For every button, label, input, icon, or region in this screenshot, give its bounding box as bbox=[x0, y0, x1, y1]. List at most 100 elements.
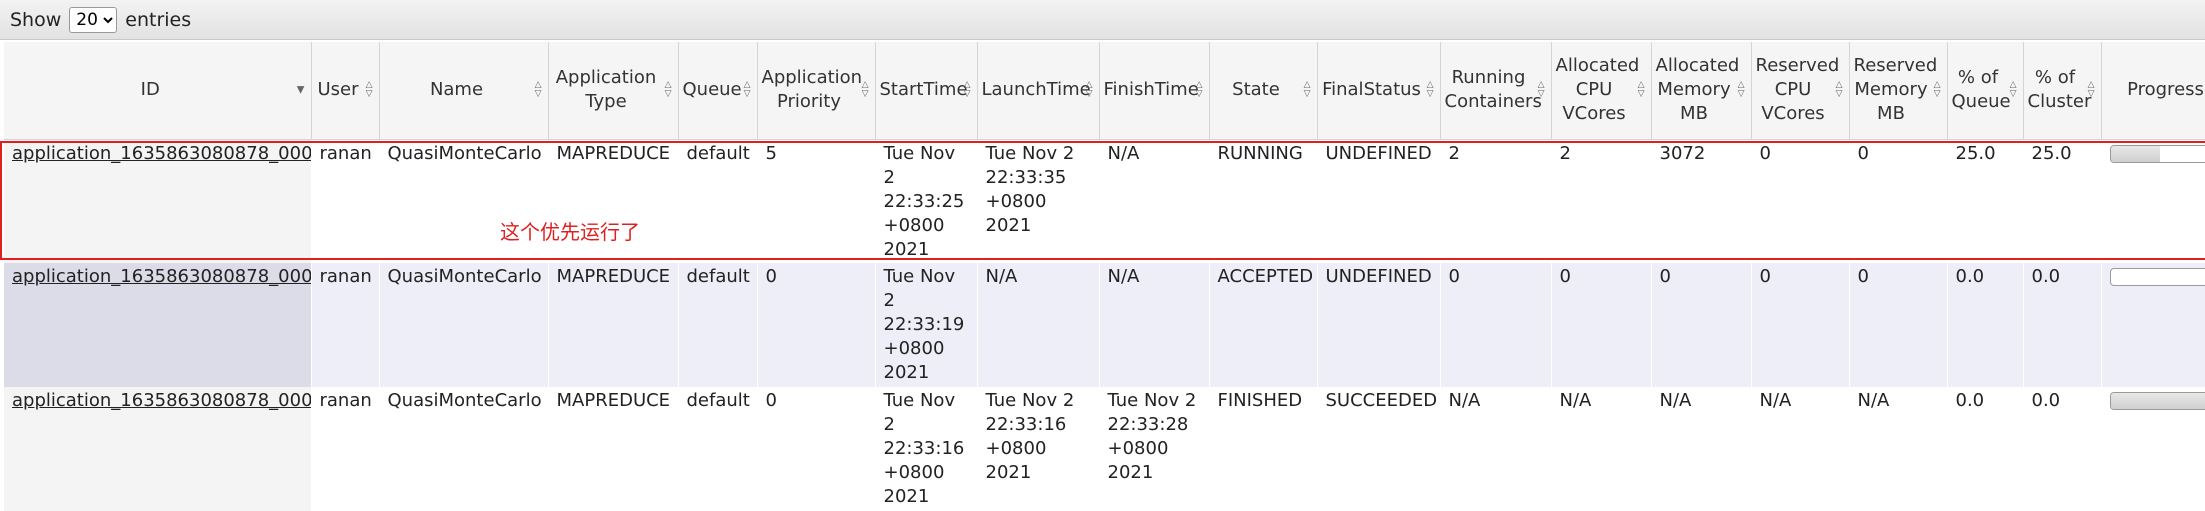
column-header[interactable]: LaunchTime△▽ bbox=[977, 42, 1099, 139]
cell-running: 2 bbox=[1440, 139, 1551, 263]
sort-both-icon[interactable]: △▽ bbox=[1538, 81, 1545, 99]
application-link[interactable]: application_1635863080878_0005 bbox=[12, 266, 311, 287]
column-header[interactable]: Reserved CPU VCores△▽ bbox=[1751, 42, 1849, 139]
annotation-text: 这个优先运行了 bbox=[500, 216, 640, 245]
column-header-label: LaunchTime bbox=[982, 79, 1091, 100]
column-header[interactable]: Queue△▽ bbox=[678, 42, 757, 139]
column-header[interactable]: Application Priority△▽ bbox=[757, 42, 875, 139]
cell-alloc-mem: 3072 bbox=[1651, 139, 1751, 263]
column-header-label: Running Containers bbox=[1445, 67, 1542, 112]
cell-running: N/A bbox=[1440, 387, 1551, 511]
column-header-label: State bbox=[1232, 79, 1280, 100]
sort-both-icon[interactable]: △▽ bbox=[862, 81, 869, 99]
cell-state: FINISHED bbox=[1209, 387, 1317, 511]
cell-res-cpu: N/A bbox=[1751, 387, 1849, 511]
sort-both-icon[interactable]: △▽ bbox=[1836, 81, 1843, 99]
column-header[interactable]: Allocated Memory MB△▽ bbox=[1651, 42, 1751, 139]
column-header[interactable]: ID▼ bbox=[4, 42, 311, 139]
column-header-label: Reserved Memory MB bbox=[1854, 55, 1938, 124]
table-row: application_1635863080878_0004rananQuasi… bbox=[4, 387, 2205, 511]
column-header-label: FinalStatus bbox=[1322, 79, 1421, 100]
column-header-label: User bbox=[317, 79, 358, 100]
sort-both-icon[interactable]: △▽ bbox=[1934, 81, 1941, 99]
cell-id: application_1635863080878_0005 bbox=[4, 263, 311, 387]
sort-both-icon[interactable]: △▽ bbox=[964, 81, 971, 99]
column-header-label: Application Priority bbox=[762, 67, 863, 112]
progress-bar bbox=[2110, 145, 2205, 163]
column-header[interactable]: % of Cluster△▽ bbox=[2023, 42, 2101, 139]
cell-alloc-cpu: 0 bbox=[1551, 263, 1651, 387]
cell-final: SUCCEEDED bbox=[1317, 387, 1440, 511]
cell-final: UNDEFINED bbox=[1317, 263, 1440, 387]
sort-both-icon[interactable]: △▽ bbox=[2088, 81, 2095, 99]
cell-alloc-mem: 0 bbox=[1651, 263, 1751, 387]
cell-finish: N/A bbox=[1099, 139, 1209, 263]
cell-start: Tue Nov 2 22:33:19 +0800 2021 bbox=[875, 263, 977, 387]
sort-both-icon[interactable]: △▽ bbox=[1086, 81, 1093, 99]
sort-both-icon[interactable]: △▽ bbox=[665, 81, 672, 99]
cell-alloc-cpu: 2 bbox=[1551, 139, 1651, 263]
progress-fill bbox=[2111, 393, 2205, 409]
column-header[interactable]: Reserved Memory MB△▽ bbox=[1849, 42, 1947, 139]
cell-alloc-mem: N/A bbox=[1651, 387, 1751, 511]
sort-both-icon[interactable]: △▽ bbox=[1304, 81, 1311, 99]
cell-type: MAPREDUCE bbox=[548, 387, 678, 511]
progress-bar bbox=[2110, 392, 2205, 410]
sort-both-icon[interactable]: △▽ bbox=[1638, 81, 1645, 99]
application-link[interactable]: application_1635863080878_0004 bbox=[12, 390, 311, 411]
column-header[interactable]: Running Containers△▽ bbox=[1440, 42, 1551, 139]
cell-pct-queue: 25.0 bbox=[1947, 139, 2023, 263]
cell-state: ACCEPTED bbox=[1209, 263, 1317, 387]
cell-res-mem: 0 bbox=[1849, 139, 1947, 263]
sort-desc-icon[interactable]: ▼ bbox=[297, 86, 305, 95]
column-header-label: FinishTime bbox=[1104, 79, 1199, 100]
column-header[interactable]: Name△▽ bbox=[379, 42, 548, 139]
sort-both-icon[interactable]: △▽ bbox=[1427, 81, 1434, 99]
column-header[interactable]: State △▽ bbox=[1209, 42, 1317, 139]
column-header-label: % of Queue bbox=[1952, 67, 2011, 112]
column-header[interactable]: FinalStatus △▽ bbox=[1317, 42, 1440, 139]
column-header-label: Progress bbox=[2127, 79, 2204, 100]
table-body: application_1635863080878_0006rananQuasi… bbox=[4, 139, 2205, 511]
application-link[interactable]: application_1635863080878_0006 bbox=[12, 143, 311, 164]
column-header[interactable]: StartTime△▽ bbox=[875, 42, 977, 139]
column-header[interactable]: Progress△▽ bbox=[2101, 42, 2205, 139]
column-header[interactable]: FinishTime△▽ bbox=[1099, 42, 1209, 139]
table-row: application_1635863080878_0005rananQuasi… bbox=[4, 263, 2205, 387]
cell-launch: Tue Nov 2 22:33:16 +0800 2021 bbox=[977, 387, 1099, 511]
cell-queue: default bbox=[678, 263, 757, 387]
cell-name: QuasiMonteCarlo bbox=[379, 387, 548, 511]
sort-both-icon[interactable]: △▽ bbox=[366, 81, 373, 99]
column-header-label: Queue bbox=[683, 79, 742, 100]
column-header[interactable]: % of Queue△▽ bbox=[1947, 42, 2023, 139]
cell-queue: default bbox=[678, 387, 757, 511]
cell-priority: 0 bbox=[757, 387, 875, 511]
cell-user: ranan bbox=[311, 263, 379, 387]
cell-type: MAPREDUCE bbox=[548, 263, 678, 387]
sort-both-icon[interactable]: △▽ bbox=[1196, 81, 1203, 99]
column-header[interactable]: User △▽ bbox=[311, 42, 379, 139]
cell-final: UNDEFINED bbox=[1317, 139, 1440, 263]
cell-id: application_1635863080878_0006 bbox=[4, 139, 311, 263]
entries-select[interactable]: 20 bbox=[69, 7, 117, 33]
cell-alloc-cpu: N/A bbox=[1551, 387, 1651, 511]
column-header[interactable]: Application Type△▽ bbox=[548, 42, 678, 139]
cell-launch: Tue Nov 2 22:33:35 +0800 2021 bbox=[977, 139, 1099, 263]
cell-state: RUNNING bbox=[1209, 139, 1317, 263]
cell-res-cpu: 0 bbox=[1751, 263, 1849, 387]
sort-both-icon[interactable]: △▽ bbox=[535, 81, 542, 99]
cell-user: ranan bbox=[311, 139, 379, 263]
column-header[interactable]: Allocated CPU VCores△▽ bbox=[1551, 42, 1651, 139]
cell-res-cpu: 0 bbox=[1751, 139, 1849, 263]
sort-both-icon[interactable]: △▽ bbox=[2010, 81, 2017, 99]
sort-both-icon[interactable]: △▽ bbox=[1738, 81, 1745, 99]
cell-pct-cluster: 0.0 bbox=[2023, 263, 2101, 387]
table-row: application_1635863080878_0006rananQuasi… bbox=[4, 139, 2205, 263]
sort-both-icon[interactable]: △▽ bbox=[744, 81, 751, 99]
cell-pct-cluster: 0.0 bbox=[2023, 387, 2101, 511]
column-header-label: Reserved CPU VCores bbox=[1756, 55, 1840, 124]
cell-launch: N/A bbox=[977, 263, 1099, 387]
column-header-label: % of Cluster bbox=[2028, 67, 2092, 112]
cell-start: Tue Nov 2 22:33:16 +0800 2021 bbox=[875, 387, 977, 511]
cell-progress bbox=[2101, 387, 2205, 511]
